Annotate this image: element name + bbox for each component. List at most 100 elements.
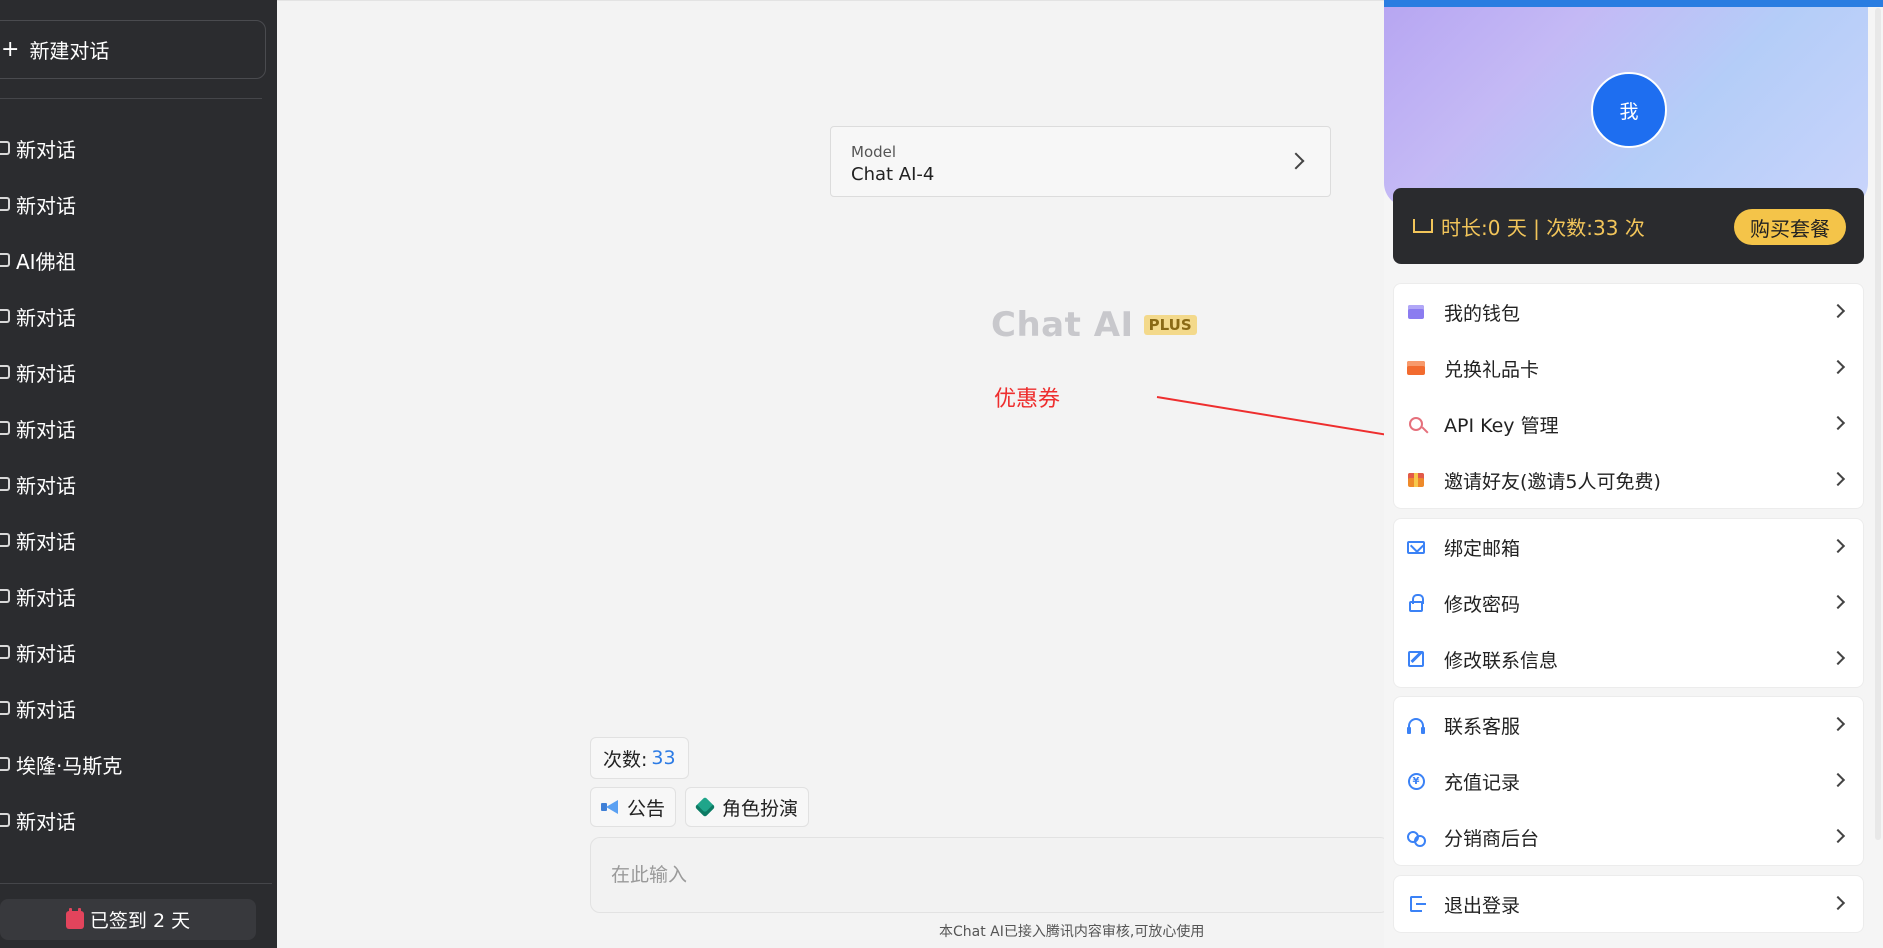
usage-count-chip: 次数: 33 — [590, 737, 689, 779]
checkin-label: 已签到 2 天 — [89, 910, 191, 932]
avatar[interactable]: 我 — [1591, 72, 1667, 148]
chevron-right-icon — [1830, 303, 1846, 319]
headset-icon — [1406, 715, 1426, 735]
chat-title: 新对话 — [16, 585, 76, 610]
chat-list-item[interactable]: 新对话 — [0, 176, 270, 232]
chat-title: 新对话 — [16, 473, 76, 498]
mail-icon — [1406, 537, 1426, 557]
chat-title: AI佛祖 — [16, 249, 76, 274]
chat-title: 新对话 — [16, 529, 76, 554]
chat-icon — [0, 589, 10, 603]
count-value: 33 — [651, 747, 676, 769]
chat-icon — [0, 645, 10, 659]
chevron-right-icon — [1830, 359, 1846, 375]
logout-icon — [1406, 894, 1426, 914]
panel-header-background: 我 — [1384, 7, 1868, 207]
menu-item-api-key[interactable]: API Key 管理 — [1394, 396, 1863, 452]
chat-list-item[interactable]: 新对话 — [0, 568, 270, 624]
user-panel: 我 时长:0 天 | 次数:33 次 购买套餐 我的钱包 兑换礼品卡 API K… — [1384, 0, 1883, 948]
roleplay-label: 角色扮演 — [722, 797, 799, 820]
menu-item-label: 充值记录 — [1444, 771, 1521, 794]
chevron-right-icon — [1830, 471, 1846, 487]
menu-item-recharge-history[interactable]: ¥ 充值记录 — [1394, 753, 1863, 809]
chevron-right-icon — [1830, 594, 1846, 610]
chevron-right-icon — [1830, 772, 1846, 788]
chat-icon — [0, 309, 10, 323]
message-input-box — [590, 837, 1390, 913]
chat-icon — [0, 701, 10, 715]
chat-title: 埃隆·马斯克 — [16, 753, 123, 778]
menu-item-label: 修改密码 — [1444, 593, 1521, 616]
chat-icon — [0, 365, 10, 379]
sidebar-divider — [0, 98, 262, 99]
chat-list-item[interactable]: AI佛祖 — [0, 232, 270, 288]
menu-item-label: 邀请好友(邀请5人可免费) — [1444, 470, 1661, 493]
chat-list: 新对话 新对话 AI佛祖 新对话 新对话 新对话 新对话 新对话 新对话 新对话… — [0, 120, 270, 848]
menu-item-change-password[interactable]: 修改密码 — [1394, 575, 1863, 631]
buy-plan-button[interactable]: 购买套餐 — [1734, 209, 1846, 245]
menu-group-account: 我的钱包 兑换礼品卡 API Key 管理 邀请好友(邀请5人可免费) — [1393, 283, 1864, 509]
chat-icon — [0, 253, 10, 267]
menu-item-label: 退出登录 — [1444, 894, 1521, 917]
yuan-icon: ¥ — [1406, 771, 1426, 791]
chat-list-item[interactable]: 新对话 — [0, 456, 270, 512]
chat-icon — [0, 533, 10, 547]
announcement-button[interactable]: 公告 — [590, 787, 677, 827]
chat-list-item[interactable]: 新对话 — [0, 344, 270, 400]
roleplay-button[interactable]: 角色扮演 — [685, 787, 810, 827]
chat-icon — [0, 813, 10, 827]
menu-item-edit-contact[interactable]: 修改联系信息 — [1394, 631, 1863, 687]
message-input[interactable] — [611, 864, 1369, 886]
calendar-icon — [65, 907, 84, 929]
chat-list-item[interactable]: 新对话 — [0, 512, 270, 568]
model-label: Model — [851, 143, 897, 161]
menu-item-label: 我的钱包 — [1444, 302, 1521, 325]
chat-list-item[interactable]: 新对话 — [0, 400, 270, 456]
count-label: 次数: — [603, 748, 648, 771]
sidebar-bottom-divider — [0, 883, 272, 884]
plus-icon: + — [1, 36, 20, 62]
chat-list-item[interactable]: 新对话 — [0, 680, 270, 736]
chat-list-item[interactable]: 新对话 — [0, 624, 270, 680]
wallet-icon — [1406, 302, 1426, 322]
checkin-button[interactable]: 已签到 2 天 — [0, 899, 256, 940]
menu-item-distributor[interactable]: 分销商后台 — [1394, 809, 1863, 865]
edit-icon — [1406, 649, 1426, 669]
gift-icon — [1406, 470, 1426, 490]
panel-top-accent — [1384, 0, 1883, 7]
chevron-right-icon — [1830, 895, 1846, 911]
chat-list-item[interactable]: 新对话 — [0, 792, 270, 848]
menu-group-logout: 退出登录 — [1393, 875, 1864, 933]
sidebar: + 新建对话 新对话 新对话 AI佛祖 新对话 新对话 新对话 新对话 新对话 … — [0, 0, 277, 948]
model-selector[interactable]: Model Chat AI-4 — [830, 126, 1331, 197]
menu-item-customer-service[interactable]: 联系客服 — [1394, 697, 1863, 753]
menu-item-wallet[interactable]: 我的钱包 — [1394, 284, 1863, 340]
menu-item-logout[interactable]: 退出登录 — [1394, 876, 1863, 932]
chevron-right-icon — [1830, 716, 1846, 732]
chat-title: 新对话 — [16, 697, 76, 722]
chat-icon — [0, 421, 10, 435]
cube-icon — [694, 796, 716, 818]
menu-item-redeem-gift-card[interactable]: 兑换礼品卡 — [1394, 340, 1863, 396]
panel-scrollbar[interactable] — [1875, 8, 1881, 840]
chevron-right-icon — [1830, 828, 1846, 844]
chat-list-item[interactable]: 新对话 — [0, 120, 270, 176]
crown-icon — [1413, 219, 1433, 233]
announcement-label: 公告 — [627, 797, 666, 820]
chat-list-item[interactable]: 新对话 — [0, 288, 270, 344]
chat-title: 新对话 — [16, 193, 76, 218]
chat-title: 新对话 — [16, 641, 76, 666]
menu-item-invite-friends[interactable]: 邀请好友(邀请5人可免费) — [1394, 452, 1863, 508]
people-icon — [1406, 827, 1426, 847]
menu-group-support: 联系客服 ¥ 充值记录 分销商后台 — [1393, 696, 1864, 866]
annotation-label: 优惠券 — [994, 387, 1061, 412]
menu-item-bind-email[interactable]: 绑定邮箱 — [1394, 519, 1863, 575]
chat-list-item[interactable]: 埃隆·马斯克 — [0, 736, 270, 792]
megaphone-icon — [601, 800, 619, 814]
menu-item-label: 修改联系信息 — [1444, 649, 1559, 672]
chevron-right-icon — [1830, 538, 1846, 554]
plus-badge: PLUS — [1143, 315, 1197, 335]
brand: Chat AI PLUS — [991, 305, 1197, 345]
new-chat-button[interactable]: + 新建对话 — [0, 20, 266, 79]
menu-item-label: 分销商后台 — [1444, 827, 1540, 850]
